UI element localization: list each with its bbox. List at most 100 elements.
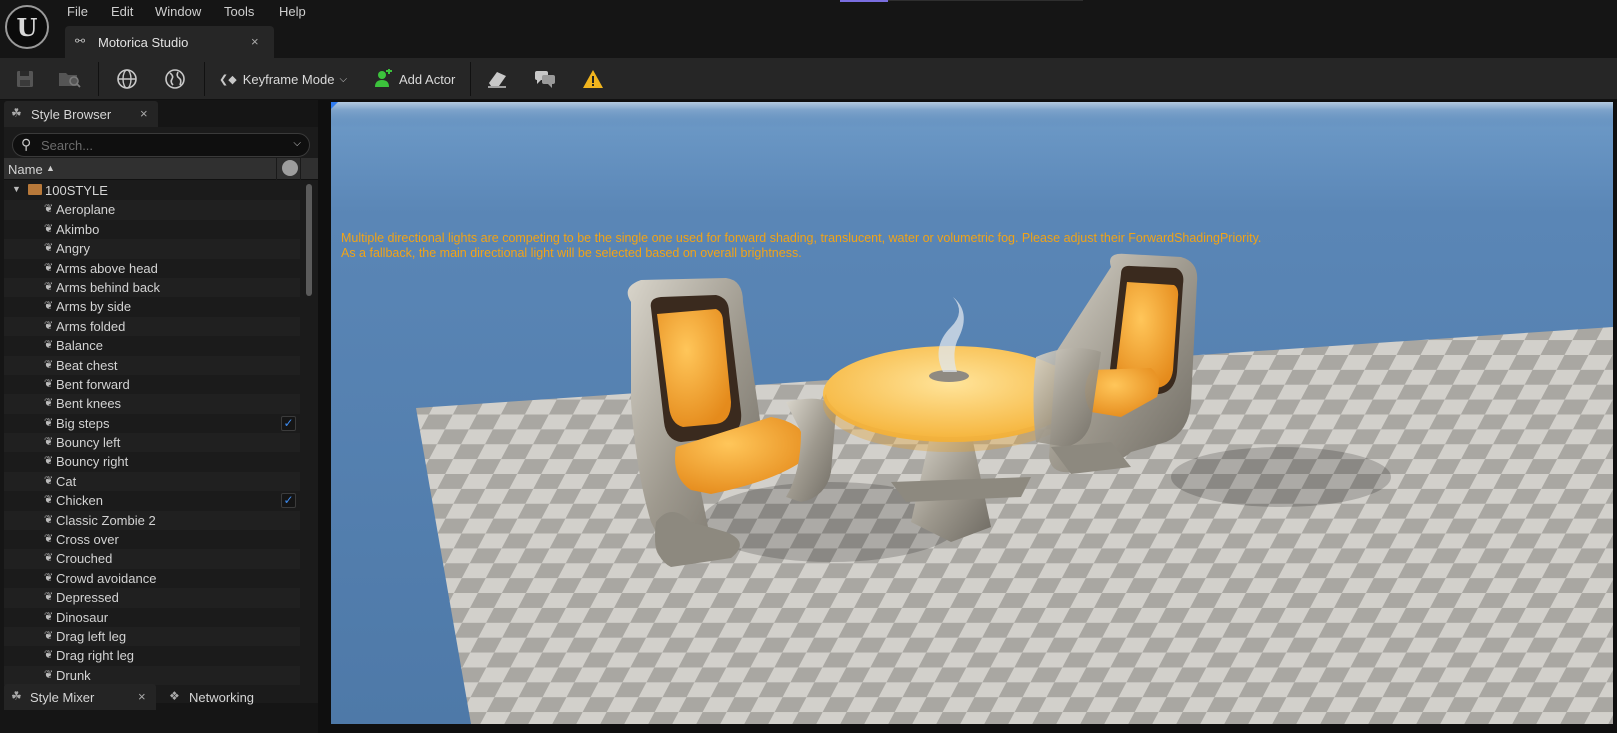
blend-column-icon[interactable] [282, 160, 298, 176]
column-divider[interactable] [300, 158, 301, 180]
column-name-header[interactable]: Name [8, 162, 43, 177]
menu-file[interactable]: File [67, 4, 88, 19]
style-icon: ❦ [44, 339, 54, 352]
menu-window[interactable]: Window [155, 4, 201, 19]
style-label: Beat chest [56, 357, 118, 373]
list-item[interactable]: ❦ Beat chest [4, 355, 300, 375]
eraser-icon [488, 72, 506, 88]
list-item[interactable]: ❦ Classic Zombie 2 [4, 510, 300, 531]
tab-label: Style Browser [31, 107, 112, 122]
menu-edit[interactable]: Edit [111, 4, 133, 19]
close-icon[interactable]: × [140, 106, 148, 121]
warning-line-1: Multiple directional lights are competin… [341, 231, 1262, 245]
style-label: Dinosaur [56, 609, 109, 625]
tab-motorica-studio[interactable]: ⚯ Motorica Studio × [65, 26, 274, 58]
style-icon: ❦ [44, 358, 54, 371]
level-viewport[interactable]: Multiple directional lights are competin… [331, 102, 1613, 724]
tab-label: Style Mixer [30, 690, 95, 705]
style-browser-body: ⚲ ⌵ Name ▲ ▼ 100STYLE ❦Aeroplane❦Akimbo❦… [4, 127, 318, 703]
list-item[interactable]: ❦ Arms by side [4, 297, 300, 316]
list-item[interactable]: ❦ Drag left leg [4, 626, 300, 647]
tab-networking[interactable]: ❖ Networking [165, 684, 315, 710]
style-label: Bent forward [56, 376, 130, 392]
networking-icon: ❖ [169, 689, 180, 703]
keyframe-mode-label: Keyframe Mode [242, 71, 335, 87]
list-item[interactable]: ❦ Cross over [4, 530, 300, 549]
sort-ascending-icon[interactable]: ▲ [46, 163, 55, 173]
list-item[interactable]: ❦ Drag right leg [4, 646, 300, 665]
list-item[interactable]: ❦ Akimbo [4, 220, 300, 239]
style-icon: ❦ [44, 319, 54, 332]
tab-label: Networking [189, 690, 255, 705]
chevron-down-icon[interactable]: ⌵ [293, 138, 301, 149]
save-icon [17, 71, 33, 87]
list-item[interactable]: ❦ Aeroplane [4, 200, 300, 220]
keyframe-icon: ❮◆ [219, 73, 237, 86]
menu-tools[interactable]: Tools [224, 4, 254, 19]
list-item[interactable]: ❦ Big steps ✓ [4, 414, 300, 433]
chevron-down-icon: ⌵ [339, 73, 348, 85]
style-icon: ❦ [44, 668, 54, 681]
list-item[interactable]: ❦ Arms behind back [4, 277, 300, 298]
list-item[interactable]: ❦ Crowd avoidance [4, 569, 300, 588]
list-item[interactable]: ❦ Balance [4, 336, 300, 355]
list-item[interactable]: ❦ Arms folded [4, 316, 300, 337]
scrollbar-thumb[interactable] [306, 184, 312, 296]
close-icon[interactable]: × [251, 34, 259, 49]
style-icon: ❦ [44, 552, 54, 565]
list-item[interactable]: ❦ Angry [4, 239, 300, 259]
search-box[interactable]: ⚲ ⌵ [12, 133, 310, 157]
toolbar-separator [470, 62, 471, 96]
style-label: Drag right leg [56, 648, 135, 664]
browse-content-button[interactable] [58, 65, 82, 93]
menu-bar-highlight [840, 0, 888, 2]
close-icon[interactable]: × [138, 689, 146, 704]
menu-help[interactable]: Help [279, 4, 306, 19]
style-icon: ❦ [44, 377, 54, 390]
search-input[interactable] [41, 137, 281, 153]
tab-style-mixer[interactable]: ☘ Style Mixer × [4, 684, 156, 710]
tree-folder-100style[interactable]: ▼ 100STYLE [4, 181, 300, 200]
scene-render [331, 102, 1613, 724]
list-item[interactable]: ❦ Bent knees [4, 394, 300, 414]
world-partition-button[interactable] [164, 65, 186, 93]
style-icon: ❦ [44, 629, 54, 642]
list-item[interactable]: ❦ Depressed [4, 588, 300, 608]
mixer-icon: ☘ [11, 689, 22, 703]
style-checkbox[interactable]: ✓ [281, 493, 296, 509]
style-icon: ❦ [44, 513, 54, 526]
style-label: Drag left leg [56, 628, 127, 644]
add-actor-icon [375, 69, 392, 87]
add-actor-button[interactable]: Add Actor [373, 65, 455, 93]
keyframe-mode-dropdown[interactable]: ❮◆ Keyframe Mode ⌵ [219, 65, 347, 93]
warnings-button[interactable] [582, 65, 604, 93]
unreal-logo[interactable]: U [5, 5, 49, 49]
list-item[interactable]: ❦ Crouched [4, 549, 300, 569]
toolbar-separator [204, 62, 205, 96]
style-icon: ❦ [44, 571, 54, 584]
column-divider[interactable] [276, 158, 277, 180]
column-header: Name ▲ [4, 158, 318, 180]
list-item[interactable]: ❦ Bouncy right [4, 452, 300, 471]
list-item[interactable]: ❦ Arms above head [4, 259, 300, 278]
list-item[interactable]: ❦ Chicken ✓ [4, 491, 300, 510]
eraser-button[interactable] [486, 65, 508, 93]
style-label: Chicken [56, 493, 103, 509]
style-tree: ▼ 100STYLE ❦ Aeroplane ❦ Akimbo ❦ Angry ❦ Arms … [4, 181, 302, 703]
list-item[interactable]: ❦ Cat [4, 471, 300, 492]
list-item[interactable]: ❦ Bent forward [4, 375, 300, 394]
style-label: Arms behind back [56, 279, 161, 295]
style-checkbox[interactable]: ✓ [281, 415, 296, 431]
chat-button[interactable] [534, 65, 556, 93]
list-item[interactable]: ❦ Dinosaur [4, 608, 300, 627]
save-button[interactable] [16, 65, 34, 93]
style-icon: ❦ [44, 280, 54, 293]
list-item[interactable]: ❦ Bouncy left [4, 433, 300, 453]
style-label: Crowd avoidance [56, 570, 157, 586]
expand-arrow-icon[interactable]: ▼ [12, 184, 21, 194]
style-icon: ❦ [44, 474, 54, 487]
world-settings-button[interactable] [116, 65, 138, 93]
add-actor-label: Add Actor [399, 71, 456, 87]
tab-style-browser[interactable]: ☘ Style Browser × [4, 101, 158, 127]
style-label: Arms by side [56, 299, 132, 315]
